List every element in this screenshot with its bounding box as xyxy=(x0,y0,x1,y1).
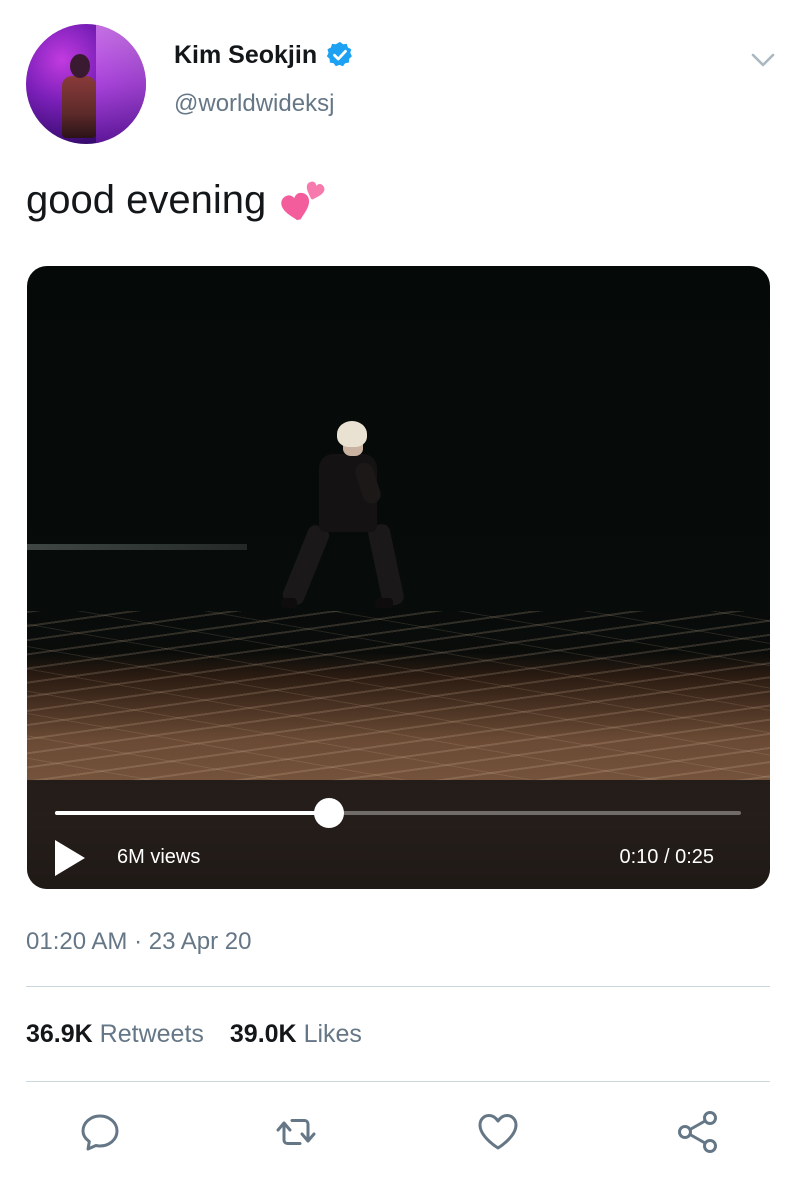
play-icon[interactable] xyxy=(53,838,87,878)
divider xyxy=(26,986,770,987)
video-frame-figure xyxy=(280,522,332,608)
two-hearts-emoji-icon xyxy=(281,181,325,221)
tweet-text: good evening xyxy=(26,176,328,224)
avatar[interactable] xyxy=(26,24,146,144)
tweet-timestamp[interactable]: 01:20 AM · 23 Apr 20 xyxy=(26,928,251,956)
heart-icon[interactable] xyxy=(474,1108,522,1156)
video-scrubber-handle[interactable] xyxy=(314,798,345,828)
video-frame-detail xyxy=(27,544,247,550)
reply-icon[interactable] xyxy=(76,1108,124,1156)
tweet-actions xyxy=(0,1108,797,1160)
avatar-figure xyxy=(62,76,96,138)
avatar-figure-head xyxy=(70,54,90,78)
tweet-text-content: good evening xyxy=(26,177,267,222)
video-frame-figure xyxy=(281,598,297,608)
divider xyxy=(26,1081,770,1082)
video-controls: 6M views 0:10 / 0:25 xyxy=(27,780,770,889)
chevron-down-icon[interactable] xyxy=(750,50,776,70)
share-icon[interactable] xyxy=(674,1108,722,1156)
tweet-header: Kim Seokjin @worldwideksj xyxy=(26,24,776,146)
retweet-icon[interactable] xyxy=(272,1108,320,1156)
video-frame-figure xyxy=(375,598,393,608)
video-frame-figure xyxy=(337,421,367,447)
retweets-label: Retweets xyxy=(99,1020,204,1048)
name-row: Kim Seokjin xyxy=(174,40,355,70)
likes-stat[interactable]: 39.0K Likes xyxy=(230,1020,362,1049)
engagement-stats: 36.9K Retweets 39.0K Likes xyxy=(26,1020,362,1049)
video-time: 0:10 / 0:25 xyxy=(619,846,714,868)
handle[interactable]: @worldwideksj xyxy=(174,90,334,118)
likes-count: 39.0K xyxy=(229,1020,297,1048)
likes-label: Likes xyxy=(303,1020,362,1048)
video-frame-figure xyxy=(366,522,406,608)
verified-badge-icon xyxy=(326,41,352,67)
retweets-count: 36.9K xyxy=(26,1020,93,1048)
display-name[interactable]: Kim Seokjin xyxy=(174,41,317,70)
video-frame-floor xyxy=(27,611,770,781)
retweets-stat[interactable]: 36.9K Retweets xyxy=(26,1020,204,1049)
video-progress-fill xyxy=(55,811,330,815)
video-progress-bar[interactable] xyxy=(55,798,741,828)
avatar-background xyxy=(96,24,146,144)
view-count: 6M views xyxy=(117,846,201,868)
video-player[interactable]: 6M views 0:10 / 0:25 xyxy=(27,266,770,889)
